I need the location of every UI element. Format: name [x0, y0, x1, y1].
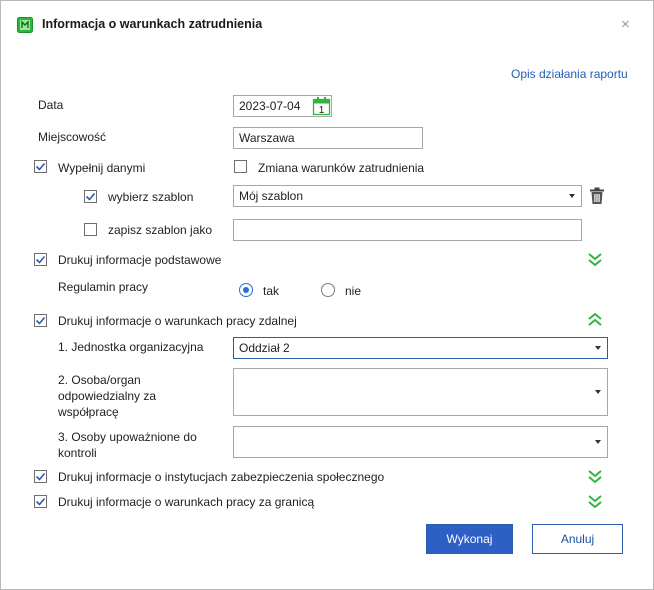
- fill-data-checkbox[interactable]: [34, 160, 47, 176]
- save-template-field[interactable]: [233, 219, 582, 241]
- chevron-down-icon: [595, 440, 601, 444]
- print-abroad-checkbox[interactable]: [34, 495, 47, 511]
- template-select[interactable]: Mój szablon: [233, 185, 582, 207]
- responsible-label: 2. Osoba/organ odpowiedzialny za współpr…: [58, 372, 156, 420]
- chevron-down-icon: [595, 346, 601, 350]
- choose-template-label: wybierz szablon: [108, 190, 194, 204]
- execute-button[interactable]: Wykonaj: [426, 524, 513, 554]
- cancel-button[interactable]: Anuluj: [532, 524, 623, 554]
- date-label: Data: [38, 98, 64, 112]
- radio-nie-label: nie: [345, 284, 362, 298]
- print-social-label: Drukuj informacje o instytucjach zabezpi…: [58, 470, 385, 484]
- choose-template-checkbox[interactable]: [84, 190, 97, 206]
- print-social-checkbox[interactable]: [34, 470, 47, 486]
- calendar-icon[interactable]: 1: [312, 96, 332, 116]
- org-unit-select[interactable]: Oddział 2: [233, 337, 608, 359]
- change-conditions-label: Zmiana warunków zatrudnienia: [258, 161, 425, 175]
- close-icon[interactable]: ×: [621, 17, 630, 33]
- dialog-window: Informacja o warunkach zatrudnienia × Op…: [0, 0, 654, 590]
- radio-tak[interactable]: [239, 283, 253, 300]
- report-description-link[interactable]: Opis działania raportu: [511, 67, 628, 81]
- radio-nie[interactable]: [321, 283, 335, 300]
- save-template-checkbox[interactable]: [84, 223, 97, 239]
- authorized-label-line-2: kontroli: [58, 446, 97, 460]
- work-rules-label: Regulamin pracy: [58, 280, 149, 294]
- print-abroad-label: Drukuj informacje o warunkach pracy za g…: [58, 495, 315, 509]
- double-chevron-down-icon[interactable]: [587, 251, 603, 267]
- app-icon: [17, 17, 33, 33]
- template-value: Mój szablon: [239, 189, 304, 203]
- authorized-label-line-1: 3. Osoby upoważnione do: [58, 430, 197, 444]
- responsible-label-line-2: odpowiedzialny za: [58, 389, 157, 403]
- radio-tak-label: tak: [263, 284, 280, 298]
- org-unit-value: Oddział 2: [239, 341, 290, 355]
- change-conditions-checkbox[interactable]: [234, 160, 247, 176]
- date-value: 2023-07-04: [239, 99, 301, 113]
- responsible-select[interactable]: [233, 368, 608, 416]
- city-label: Miejscowość: [38, 130, 107, 144]
- double-chevron-up-icon[interactable]: [587, 312, 603, 328]
- authorized-select[interactable]: [233, 426, 608, 458]
- org-unit-label: 1. Jednostka organizacyjna: [58, 340, 204, 354]
- authorized-label: 3. Osoby upoważnione do kontroli: [58, 429, 197, 461]
- chevron-down-icon: [569, 194, 575, 198]
- print-remote-checkbox[interactable]: [34, 314, 47, 330]
- trash-icon[interactable]: [589, 187, 605, 205]
- city-field[interactable]: Warszawa: [233, 127, 423, 149]
- chevron-down-icon: [595, 390, 601, 394]
- print-basic-checkbox[interactable]: [34, 253, 47, 269]
- save-template-label: zapisz szablon jako: [108, 223, 213, 237]
- double-chevron-down-icon[interactable]: [587, 493, 603, 509]
- responsible-label-line-1: 2. Osoba/organ: [58, 373, 141, 387]
- print-remote-label: Drukuj informacje o warunkach pracy zdal…: [58, 314, 297, 328]
- window-title: Informacja o warunkach zatrudnienia: [42, 17, 263, 31]
- calendar-day: 1: [319, 105, 325, 116]
- responsible-label-line-3: współpracę: [58, 405, 119, 419]
- print-basic-label: Drukuj informacje podstawowe: [58, 253, 222, 267]
- double-chevron-down-icon[interactable]: [587, 468, 603, 484]
- city-value: Warszawa: [239, 131, 295, 145]
- fill-data-label: Wypełnij danymi: [58, 161, 146, 175]
